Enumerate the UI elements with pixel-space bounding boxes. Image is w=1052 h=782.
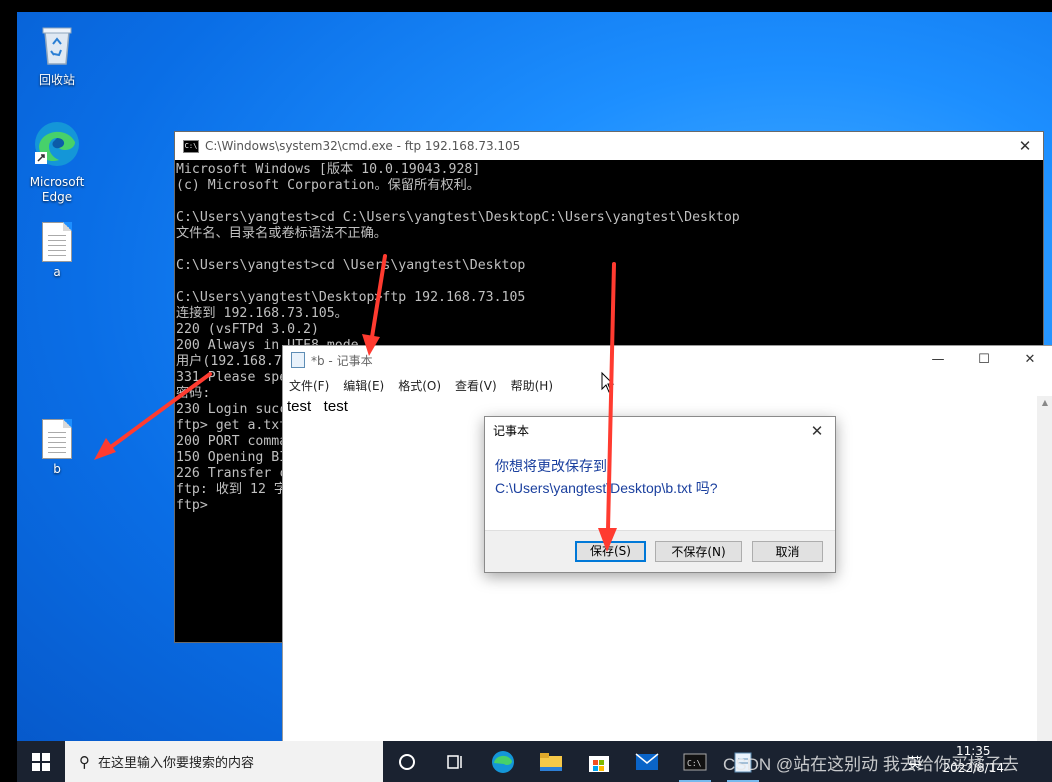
desktop-icon-label: Microsoft Edge [29, 175, 85, 204]
dont-save-button[interactable]: 不保存(N) [655, 541, 742, 562]
close-icon[interactable]: ✕ [1007, 346, 1052, 374]
text-file-icon [42, 222, 72, 262]
dialog-footer: 保存(S) 不保存(N) 取消 [485, 530, 835, 572]
save-button[interactable]: 保存(S) [575, 541, 646, 562]
menu-help[interactable]: 帮助(H) [511, 377, 553, 394]
console-line: 文件名、目录名或卷标语法不正确。 [176, 226, 387, 241]
desktop-icon-label: 回收站 [38, 73, 75, 87]
windows-logo-icon [32, 752, 50, 771]
desktop: 回收站 Microsoft Edge a b C:\ C:\Windows\sy… [17, 12, 1052, 782]
edge-icon [19, 120, 95, 172]
console-line: 连接到 192.168.73.105。 [176, 306, 348, 321]
console-line: C:\Users\yangtest>cd \Users\yangtest\Des… [176, 258, 526, 273]
close-icon[interactable]: ✕ [799, 417, 835, 445]
desktop-icon-file-a[interactable]: a [19, 222, 95, 280]
svg-text:C:\: C:\ [687, 759, 702, 768]
console-line: C:\Users\yangtest>cd C:\Users\yangtest\D… [176, 210, 740, 225]
task-view-icon[interactable] [383, 741, 431, 782]
cmd-icon[interactable]: C:\ [671, 741, 719, 782]
cmd-title: C:\Windows\system32\cmd.exe - ftp 192.16… [205, 139, 521, 153]
dialog-titlebar[interactable]: 记事本 ✕ [485, 417, 835, 445]
desktop-icon-file-b[interactable]: b [19, 419, 95, 477]
desktop-icon-label: a [53, 265, 61, 279]
desktop-icon-edge[interactable]: Microsoft Edge [19, 120, 95, 205]
csdn-watermark: CSDN @站在这别动 我去给你买橘子去 [723, 755, 1019, 774]
console-line: (c) Microsoft Corporation。保留所有权利。 [176, 178, 480, 193]
console-line: C:\Users\yangtest\Desktop>ftp 192.168.73… [176, 290, 526, 305]
menu-view[interactable]: 查看(V) [455, 377, 497, 394]
desktop-icon-recycle-bin[interactable]: 回收站 [19, 22, 95, 88]
text-file-icon [42, 419, 72, 459]
widgets-icon[interactable] [431, 741, 479, 782]
dialog-message-path: C:\Users\yangtest\Desktop\b.txt 吗? [495, 480, 718, 496]
save-dialog[interactable]: 记事本 ✕ 你想将更改保存到 C:\Users\yangtest\Desktop… [484, 416, 836, 573]
vertical-scrollbar[interactable]: ▲ [1037, 396, 1052, 782]
notepad-title: *b - 记事本 [311, 353, 373, 368]
maximize-icon[interactable]: ☐ [961, 346, 1007, 374]
recycle-bin-icon [19, 22, 95, 70]
console-line: Microsoft Windows [版本 10.0.19043.928] [176, 162, 481, 177]
minimize-icon[interactable]: — [915, 346, 961, 374]
dialog-message-line: 你想将更改保存到 [495, 458, 607, 474]
search-icon: ⚲ [79, 752, 90, 771]
dialog-title: 记事本 [493, 424, 530, 438]
edge-icon[interactable] [479, 741, 527, 782]
close-icon[interactable]: ✕ [1007, 132, 1043, 160]
store-icon[interactable] [575, 741, 623, 782]
mail-icon[interactable] [623, 741, 671, 782]
notepad-icon [291, 352, 305, 368]
search-placeholder: 在这里输入你要搜索的内容 [98, 756, 255, 771]
cancel-button[interactable]: 取消 [752, 541, 823, 562]
start-button[interactable] [17, 741, 65, 782]
notepad-menubar: 文件(F) 编辑(E) 格式(O) 查看(V) 帮助(H) [283, 374, 1052, 396]
taskbar-search-box[interactable]: ⚲ 在这里输入你要搜索的内容 [65, 741, 383, 782]
menu-format[interactable]: 格式(O) [398, 377, 441, 394]
scroll-up-icon[interactable]: ▲ [1037, 396, 1052, 410]
menu-file[interactable]: 文件(F) [289, 377, 329, 394]
desktop-icon-label: b [53, 462, 61, 476]
file-explorer-icon[interactable] [527, 741, 575, 782]
console-line: 220 (vsFTPd 3.0.2) [176, 322, 319, 337]
dialog-message: 你想将更改保存到 C:\Users\yangtest\Desktop\b.txt… [485, 445, 835, 499]
cmd-icon: C:\ [183, 139, 199, 153]
menu-edit[interactable]: 编辑(E) [343, 377, 384, 394]
notepad-titlebar[interactable]: *b - 记事本 — ☐ ✕ [283, 346, 1052, 374]
cmd-titlebar[interactable]: C:\ C:\Windows\system32\cmd.exe - ftp 19… [175, 132, 1043, 160]
